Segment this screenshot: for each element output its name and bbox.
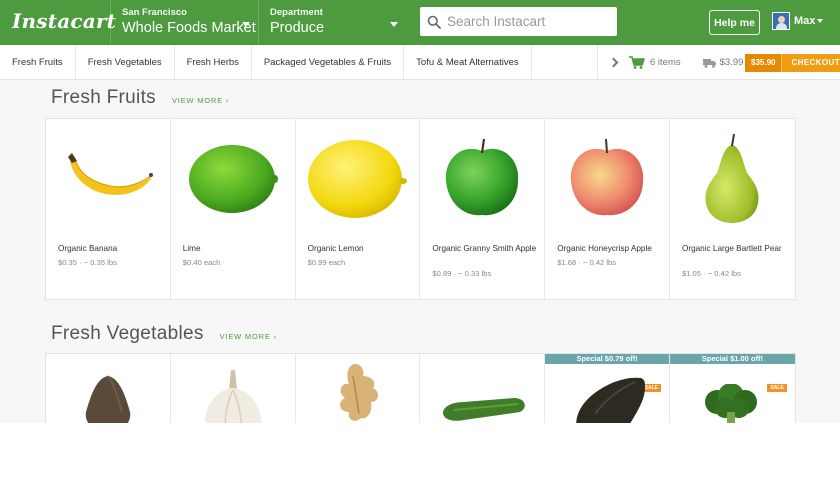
product-name[interactable]: Organic Honeycrisp Apple bbox=[557, 243, 661, 254]
green-apple-image[interactable] bbox=[420, 129, 544, 229]
product-price: $0.35 · ~ 0.35 lbs bbox=[58, 258, 117, 267]
product-price: $1.05 · ~ 0.42 lbs bbox=[681, 269, 741, 278]
lemon-image[interactable] bbox=[296, 129, 420, 229]
special-offer-banner: Special $0.79 off! bbox=[545, 354, 669, 364]
banana-image[interactable] bbox=[46, 129, 170, 229]
product-price: $0.99 each bbox=[307, 258, 346, 267]
product-card[interactable]: Lime $0.40 each bbox=[170, 119, 296, 299]
user-menu[interactable]: Max bbox=[772, 12, 824, 30]
product-name[interactable]: Organic Banana bbox=[58, 243, 162, 254]
product-card[interactable]: Organic Banana $0.35 · ~ 0.35 lbs bbox=[46, 119, 171, 299]
product-name[interactable]: Organic Lemon bbox=[308, 243, 412, 254]
cart-summary: 6 items $3.99 bbox=[597, 45, 743, 80]
red-apple-image[interactable] bbox=[545, 129, 669, 229]
pear-image[interactable] bbox=[670, 129, 795, 229]
chevron-down-icon bbox=[242, 22, 250, 27]
category-tab-fresh-herbs[interactable]: Fresh Herbs bbox=[175, 45, 252, 80]
product-name[interactable]: Organic Granny Smith Apple bbox=[432, 243, 536, 254]
view-more-link[interactable]: VIEW MORE › bbox=[172, 96, 229, 105]
ginger-image[interactable] bbox=[296, 362, 420, 423]
store-city: San Francisco bbox=[122, 7, 187, 18]
avocado-image[interactable] bbox=[545, 374, 669, 423]
special-offer-banner: Special $1.00 off! bbox=[669, 354, 795, 364]
product-grid-vegetables: Special $0.79 off! SALE Special $1.00 of… bbox=[45, 353, 796, 423]
section-header-fresh-vegetables: Fresh Vegetables VIEW MORE › bbox=[51, 323, 277, 345]
product-card[interactable]: Organic Large Bartlett Pear $1.05 · ~ 0.… bbox=[669, 119, 795, 299]
checkout-button[interactable]: $35.90 CHECKOUT bbox=[745, 54, 840, 72]
product-card[interactable]: Special $0.79 off! SALE bbox=[545, 354, 670, 423]
broccoli-image[interactable] bbox=[670, 384, 795, 423]
help-me-button[interactable]: Help me bbox=[709, 10, 760, 35]
search-icon bbox=[427, 15, 441, 29]
product-price: $0.40 each bbox=[182, 258, 221, 267]
checkout-label: CHECKOUT bbox=[782, 54, 840, 72]
avocado-image[interactable] bbox=[46, 368, 170, 423]
instacart-logo[interactable]: Instacart bbox=[12, 9, 116, 33]
product-card[interactable] bbox=[420, 354, 546, 423]
cart-icon[interactable] bbox=[629, 56, 645, 69]
section-title: Fresh Fruits bbox=[51, 87, 156, 108]
product-price: $1.68 · ~ 0.42 lbs bbox=[557, 258, 617, 267]
chevron-down-icon bbox=[390, 22, 398, 27]
category-tab-packaged-vegetables[interactable]: Packaged Vegetables & Fruits bbox=[252, 45, 405, 80]
view-more-link[interactable]: VIEW MORE › bbox=[220, 332, 277, 341]
cart-item-count[interactable]: 6 items bbox=[650, 57, 681, 68]
store-selector[interactable]: San Francisco Whole Foods Market bbox=[110, 0, 258, 45]
product-card[interactable] bbox=[170, 354, 296, 423]
department-label: Department bbox=[270, 7, 323, 18]
cucumber-image[interactable] bbox=[420, 394, 544, 423]
product-card[interactable]: Organic Honeycrisp Apple $1.68 · ~ 0.42 … bbox=[545, 119, 670, 299]
chevron-right-icon[interactable] bbox=[608, 57, 619, 68]
product-name[interactable]: Lime bbox=[183, 243, 287, 254]
lime-image[interactable] bbox=[171, 129, 295, 229]
product-card[interactable]: Organic Lemon $0.99 each bbox=[295, 119, 421, 299]
cart-total: $35.90 bbox=[745, 54, 783, 72]
garlic-image[interactable] bbox=[171, 368, 295, 423]
category-tab-fresh-fruits[interactable]: Fresh Fruits bbox=[0, 45, 76, 80]
search-input[interactable] bbox=[447, 14, 607, 29]
top-header: Instacart San Francisco Whole Foods Mark… bbox=[0, 0, 840, 45]
product-card[interactable] bbox=[46, 354, 171, 423]
delivery-fee: $3.99 bbox=[719, 57, 744, 68]
product-price: $0.89 · ~ 0.33 lbs bbox=[432, 269, 492, 278]
chevron-down-icon bbox=[817, 19, 824, 23]
product-card[interactable]: Organic Granny Smith Apple $0.89 · ~ 0.3… bbox=[420, 119, 546, 299]
category-tab-tofu-meat-alternatives[interactable]: Tofu & Meat Alternatives bbox=[404, 45, 532, 80]
page-viewport: Instacart San Francisco Whole Foods Mark… bbox=[0, 0, 840, 423]
delivery-truck-icon bbox=[702, 58, 716, 68]
product-card[interactable] bbox=[295, 354, 421, 423]
product-grid-fruits: Organic Banana $0.35 · ~ 0.35 lbs Lime $… bbox=[45, 118, 796, 300]
store-name: Whole Foods Market bbox=[122, 20, 256, 36]
product-name[interactable]: Organic Large Bartlett Pear bbox=[682, 243, 787, 254]
section-title: Fresh Vegetables bbox=[51, 323, 204, 344]
avatar bbox=[772, 12, 790, 30]
category-tab-fresh-vegetables[interactable]: Fresh Vegetables bbox=[76, 45, 175, 80]
department-selector[interactable]: Department Produce bbox=[258, 0, 408, 45]
product-card[interactable]: Special $1.00 off! SALE bbox=[669, 354, 795, 423]
section-header-fresh-fruits: Fresh Fruits VIEW MORE › bbox=[51, 87, 229, 109]
department-name: Produce bbox=[270, 20, 325, 36]
category-nav: Fresh Fruits Fresh Vegetables Fresh Herb… bbox=[0, 45, 840, 80]
user-name: Max bbox=[794, 15, 816, 27]
search-box[interactable] bbox=[420, 7, 617, 36]
